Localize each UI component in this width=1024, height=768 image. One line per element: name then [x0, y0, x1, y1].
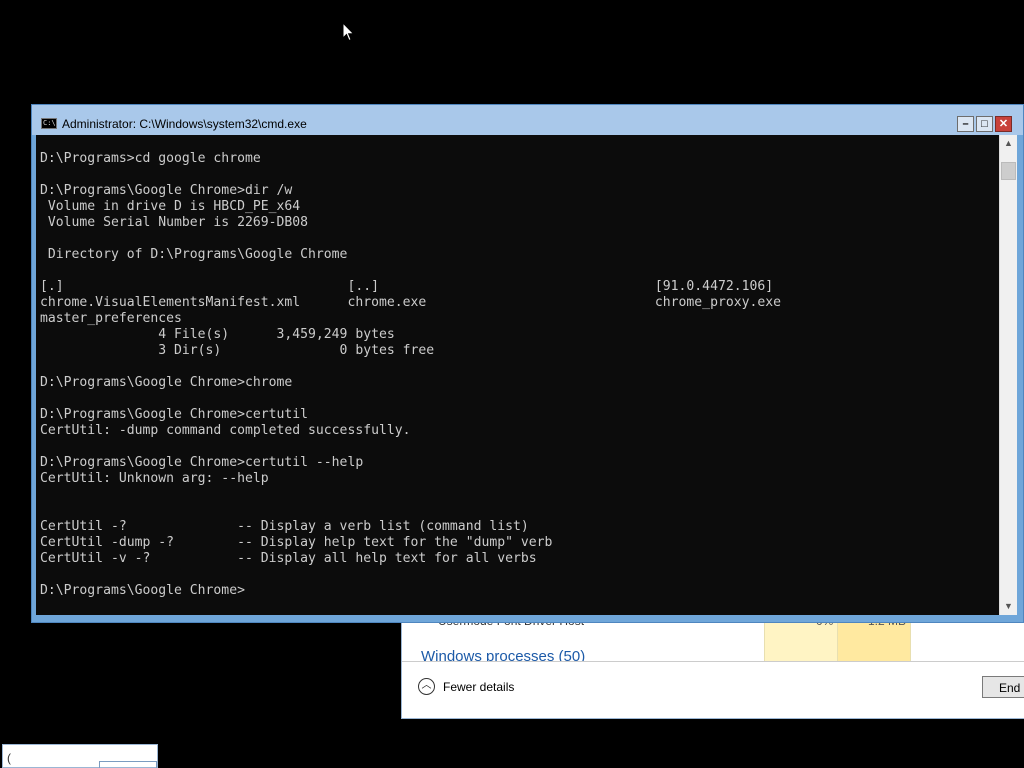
close-button[interactable]: ✕ [995, 116, 1012, 132]
fewer-details-link[interactable]: Fewer details [443, 680, 514, 694]
minimize-button[interactable]: – [957, 116, 974, 132]
console-text: D:\Programs>cd google chrome D:\Programs… [36, 135, 999, 599]
task-manager-window: Usermode Font Driver Host 0% 1.2 MB Wind… [401, 612, 1024, 719]
console-line: master_preferences [40, 311, 182, 326]
scroll-thumb[interactable] [1001, 162, 1016, 180]
console-line: D:\Programs\Google Chrome>chrome [40, 375, 293, 390]
console-line: D:\Programs>cd google chrome [40, 151, 261, 166]
console-line: CertUtil -v -? -- Display all help text … [40, 551, 537, 566]
console-line: D:\Programs\Google Chrome>certutil --hel… [40, 455, 364, 470]
console-line: CertUtil -? -- Display a verb list (comm… [40, 519, 529, 534]
task-manager-footer: ︿ Fewer details End [402, 661, 1024, 718]
end-task-button[interactable]: End [982, 676, 1024, 698]
scroll-down-arrow-icon[interactable]: ▼ [1000, 598, 1017, 615]
cmd-titlebar[interactable]: C:\ Administrator: C:\Windows\system32\c… [32, 105, 1023, 135]
cmd-app-icon[interactable]: C:\ [41, 118, 57, 129]
console-line: [.] [..] [91.0.4472.106] [40, 279, 774, 294]
vertical-scrollbar[interactable]: ▲ ▼ [999, 135, 1017, 615]
console-line: Volume in drive D is HBCD_PE_x64 [40, 199, 301, 214]
window-controls-fragment [99, 761, 157, 768]
console-line: 3 Dir(s) 0 bytes free [40, 343, 435, 358]
console-output[interactable]: D:\Programs>cd google chrome D:\Programs… [36, 135, 999, 615]
cmd-window-title: Administrator: C:\Windows\system32\cmd.e… [62, 117, 307, 131]
console-line: CertUtil: Unknown arg: --help [40, 471, 269, 486]
scroll-up-arrow-icon[interactable]: ▲ [1000, 135, 1017, 152]
console-line: Directory of D:\Programs\Google Chrome [40, 247, 348, 262]
console-line: chrome.VisualElementsManifest.xml chrome… [40, 295, 782, 310]
mouse-cursor-icon [342, 22, 355, 42]
cmd-window[interactable]: C:\ Administrator: C:\Windows\system32\c… [31, 104, 1024, 623]
minimized-window-snippet[interactable]: ( [2, 744, 158, 768]
chevron-up-icon[interactable]: ︿ [418, 678, 435, 695]
console-line: D:\Programs\Google Chrome> [40, 583, 245, 598]
console-line: CertUtil: -dump command completed succes… [40, 423, 411, 438]
console-line: CertUtil -dump -? -- Display help text f… [40, 535, 553, 550]
maximize-button[interactable]: □ [976, 116, 993, 132]
console-line: D:\Programs\Google Chrome>certutil [40, 407, 309, 422]
console-line: D:\Programs\Google Chrome>dir /w [40, 183, 293, 198]
window-edge-icon: ( [7, 751, 11, 765]
console-line: 4 File(s) 3,459,249 bytes [40, 327, 395, 342]
console-line: Volume Serial Number is 2269-DB08 [40, 215, 309, 230]
